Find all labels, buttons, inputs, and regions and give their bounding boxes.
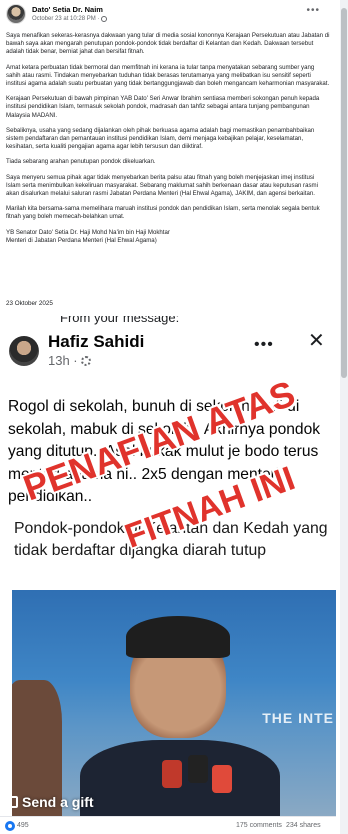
- scroll-thumb[interactable]: [341, 8, 347, 378]
- microphone: [212, 765, 232, 793]
- close-icon: ✕: [308, 330, 325, 352]
- signature-title: Menteri di Jabatan Perdana Menteri (Hal …: [6, 236, 157, 244]
- screenshot-avatar: [9, 336, 39, 366]
- gear-icon: [80, 355, 91, 366]
- send-gift-label: Send a gift: [22, 794, 94, 810]
- microphone: [162, 760, 182, 788]
- signature-line: YB Senator Dato' Setia Dr. Haji Mohd Na'…: [6, 228, 170, 236]
- post-timestamp[interactable]: October 23 at 10:28 PM ·: [32, 16, 99, 22]
- person-cap: [126, 616, 230, 658]
- screenshot-time-text: 13h ·: [48, 353, 78, 368]
- author-avatar[interactable]: [6, 4, 26, 24]
- paragraph: Kerajaan Persekutuan di bawah pimpinan Y…: [6, 95, 320, 119]
- paragraph: Sebaliknya, usaha yang sedang dijalankan…: [6, 126, 315, 151]
- share-count[interactable]: 234 shares: [286, 822, 321, 829]
- more-icon[interactable]: •••: [306, 5, 320, 16]
- scrollbar[interactable]: [340, 0, 348, 834]
- minister-photo: THE INTE: [12, 590, 336, 816]
- backdrop-text: THE INTE: [262, 710, 334, 726]
- paragraph: Marilah kita bersama-sama memelihara mar…: [6, 205, 320, 221]
- send-gift-button[interactable]: Send a gift: [6, 794, 94, 810]
- cut-off-text: From your message:: [60, 316, 180, 325]
- microphone: [188, 755, 208, 783]
- author-name[interactable]: Dato' Setia Dr. Naim: [32, 5, 103, 14]
- post-meta: October 23 at 10:28 PM ·: [32, 16, 108, 22]
- like-reaction-icon[interactable]: [5, 821, 15, 831]
- paragraph: Saya menafikan sekeras-kerasnya dakwaan …: [6, 32, 330, 56]
- globe-icon: [101, 16, 108, 22]
- paragraph: Amat ketara perbuatan tidak bermoral dan…: [6, 63, 330, 88]
- screenshot-time: 13h ·: [48, 353, 91, 368]
- gift-icon: [6, 796, 18, 808]
- post-body: Saya menafikan sekeras-kerasnya dakwaan …: [6, 32, 330, 245]
- screenshot-more-icon: •••: [254, 336, 274, 353]
- paragraph: Saya menyeru semua pihak agar tidak meny…: [6, 173, 318, 198]
- paragraph: Tiada sebarang arahan penutupan pondok d…: [6, 158, 156, 166]
- news-image-card: Pondok-pondok di Kelantan dan Kedah yang…: [8, 506, 336, 816]
- post-date: 23 Oktober 2025: [6, 300, 53, 307]
- post-footer: 495 175 comments 234 shares: [0, 816, 336, 834]
- screenshot-author-name: Hafiz Sahidi: [48, 332, 145, 351]
- comment-count[interactable]: 175 comments: [236, 822, 282, 829]
- facebook-post: Dato' Setia Dr. Naim October 23 at 10:28…: [0, 0, 348, 834]
- post-header: Dato' Setia Dr. Naim October 23 at 10:28…: [4, 2, 334, 30]
- reaction-count[interactable]: 495: [17, 822, 29, 829]
